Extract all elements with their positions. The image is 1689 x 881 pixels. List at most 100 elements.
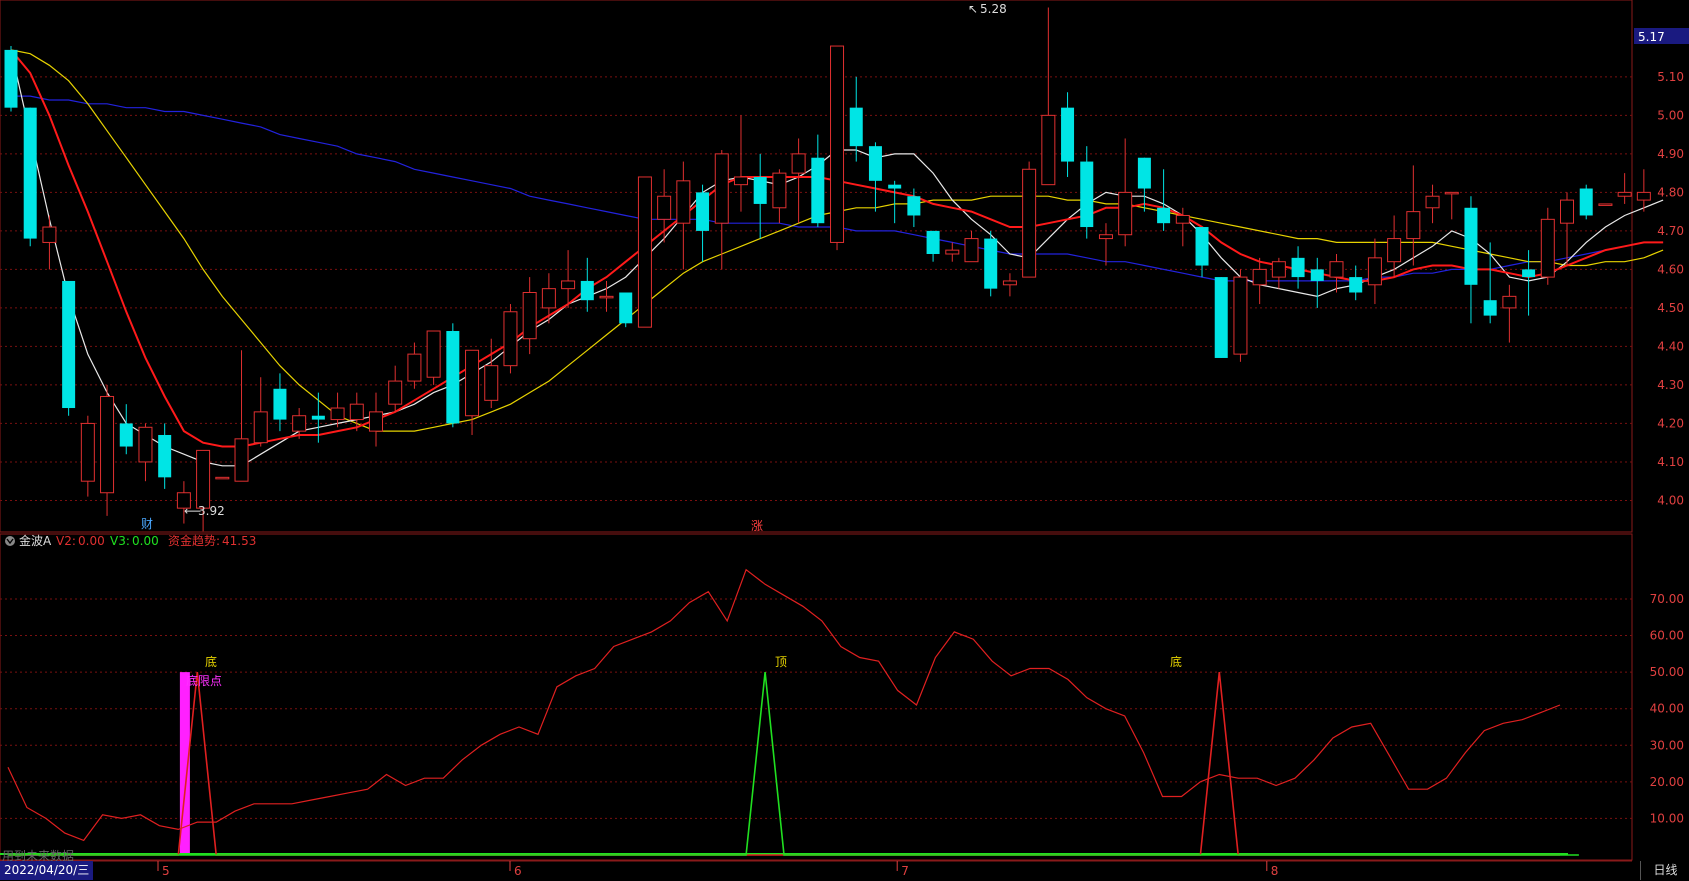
candle <box>62 280 76 416</box>
candle-body <box>273 388 287 420</box>
candle-body <box>1598 203 1613 206</box>
candle-body <box>426 330 441 378</box>
price-tick-label: 4.40 <box>1657 339 1684 353</box>
candle-body <box>234 438 249 482</box>
candle-body <box>330 407 345 421</box>
candle-body <box>1002 280 1017 286</box>
candle-body <box>1560 199 1575 224</box>
indicator-lines <box>0 568 1579 856</box>
candle <box>984 230 998 297</box>
candle-body <box>484 365 499 401</box>
candle-body <box>1310 269 1324 281</box>
candle-body <box>1137 157 1151 189</box>
candle-body <box>1098 234 1113 240</box>
candle <box>1022 161 1037 278</box>
indicator-tick-label: 70.00 <box>1650 592 1684 606</box>
candle-body <box>1195 227 1209 266</box>
candle-body <box>1271 261 1286 278</box>
candle-body <box>119 423 133 447</box>
candle <box>1579 184 1593 220</box>
price-tick-label: 4.60 <box>1657 262 1684 276</box>
signal-ding: 顶 <box>775 655 787 669</box>
candle-body <box>23 107 37 239</box>
candle <box>215 476 230 480</box>
candle-body <box>657 195 672 220</box>
candle-body <box>561 280 576 290</box>
month-tick-label: 6 <box>514 864 522 878</box>
candle-body <box>926 230 940 254</box>
candle-body <box>1367 257 1382 286</box>
candle-body <box>1157 207 1171 224</box>
candle-body <box>522 292 537 340</box>
low-price-marker: ⟵ 3.92 <box>184 504 225 518</box>
event-zhang-marker[interactable]: 涨 <box>751 518 763 533</box>
indicator-tick-label: 10.00 <box>1650 811 1684 825</box>
candle-body <box>100 395 115 494</box>
price-tick-label: 5.10 <box>1657 70 1684 84</box>
v2-label: V2: <box>56 534 76 548</box>
candle-body <box>1617 191 1632 197</box>
svg-text:↖: ↖ <box>968 2 978 16</box>
stock-chart[interactable]: 4.00 4.10 4.20 4.30 4.40 4.50 4.60 4.70 4.80 4.90… <box>0 0 1689 881</box>
low-price-label: 3.92 <box>198 504 225 518</box>
candle-body <box>868 146 882 181</box>
candle-body <box>138 426 153 463</box>
candle-body <box>541 288 556 309</box>
candle-body <box>1118 191 1133 236</box>
candle-body <box>1444 191 1459 195</box>
candle-body <box>1502 295 1517 309</box>
price-tick-label: 4.80 <box>1657 185 1684 199</box>
candle-body <box>1464 207 1478 285</box>
candle-body <box>733 176 748 186</box>
current-price-label: 5.17 <box>1638 30 1665 44</box>
candle-body <box>407 353 422 382</box>
candle-body <box>158 434 172 478</box>
candle-body <box>1349 277 1363 293</box>
candle-body <box>1483 300 1497 316</box>
indicator-series-line <box>7 568 1561 842</box>
date-readout: 2022/04/20/三 <box>0 861 94 880</box>
collapse-icon[interactable] <box>5 536 15 546</box>
candle-body <box>676 180 691 224</box>
candle-body <box>1022 168 1037 278</box>
candle-body <box>772 172 787 209</box>
price-tick-label: 5.00 <box>1657 108 1684 122</box>
candle-body <box>349 403 364 421</box>
candle-body <box>1522 269 1536 278</box>
candle-body <box>791 153 806 174</box>
indicator-tick-label: 50.00 <box>1650 665 1684 679</box>
candle-body <box>1080 161 1094 228</box>
indicator-panel[interactable] <box>0 533 1633 861</box>
month-tick-label: 5 <box>162 864 170 878</box>
candle-body <box>1214 277 1228 358</box>
price-axis: 4.00 4.10 4.20 4.30 4.40 4.50 4.60 4.70 4.80 4.90… <box>1657 70 1684 508</box>
candle-body <box>984 238 998 289</box>
trend-label: 资金趋势: <box>168 533 220 548</box>
price-tick-label: 4.10 <box>1657 455 1684 469</box>
candle-body <box>619 292 633 324</box>
candle <box>1233 269 1248 362</box>
signal-didian: 底限点 <box>186 673 222 688</box>
price-tick-label: 4.90 <box>1657 147 1684 161</box>
price-tick-label: 4.20 <box>1657 416 1684 430</box>
candle <box>637 176 652 328</box>
candle-body <box>196 449 211 509</box>
candle-body <box>849 107 863 147</box>
candle <box>830 45 845 251</box>
candle-body <box>696 192 710 231</box>
candle-body <box>637 176 652 328</box>
candle-body <box>80 422 95 482</box>
candle-body <box>1387 238 1402 263</box>
candle <box>1540 207 1555 285</box>
period-selector[interactable]: 日线 <box>1640 861 1689 880</box>
event-cai-marker[interactable]: 财 <box>141 517 153 531</box>
candle <box>1598 203 1613 206</box>
candle <box>503 304 518 374</box>
candle-body <box>465 349 480 417</box>
candle-body <box>1291 257 1305 278</box>
candle-body <box>1540 218 1555 278</box>
indicator-name: 金波A <box>19 533 52 548</box>
candle-body <box>1579 188 1593 216</box>
candle-body <box>368 411 383 432</box>
trend-value: 41.53 <box>222 534 256 548</box>
